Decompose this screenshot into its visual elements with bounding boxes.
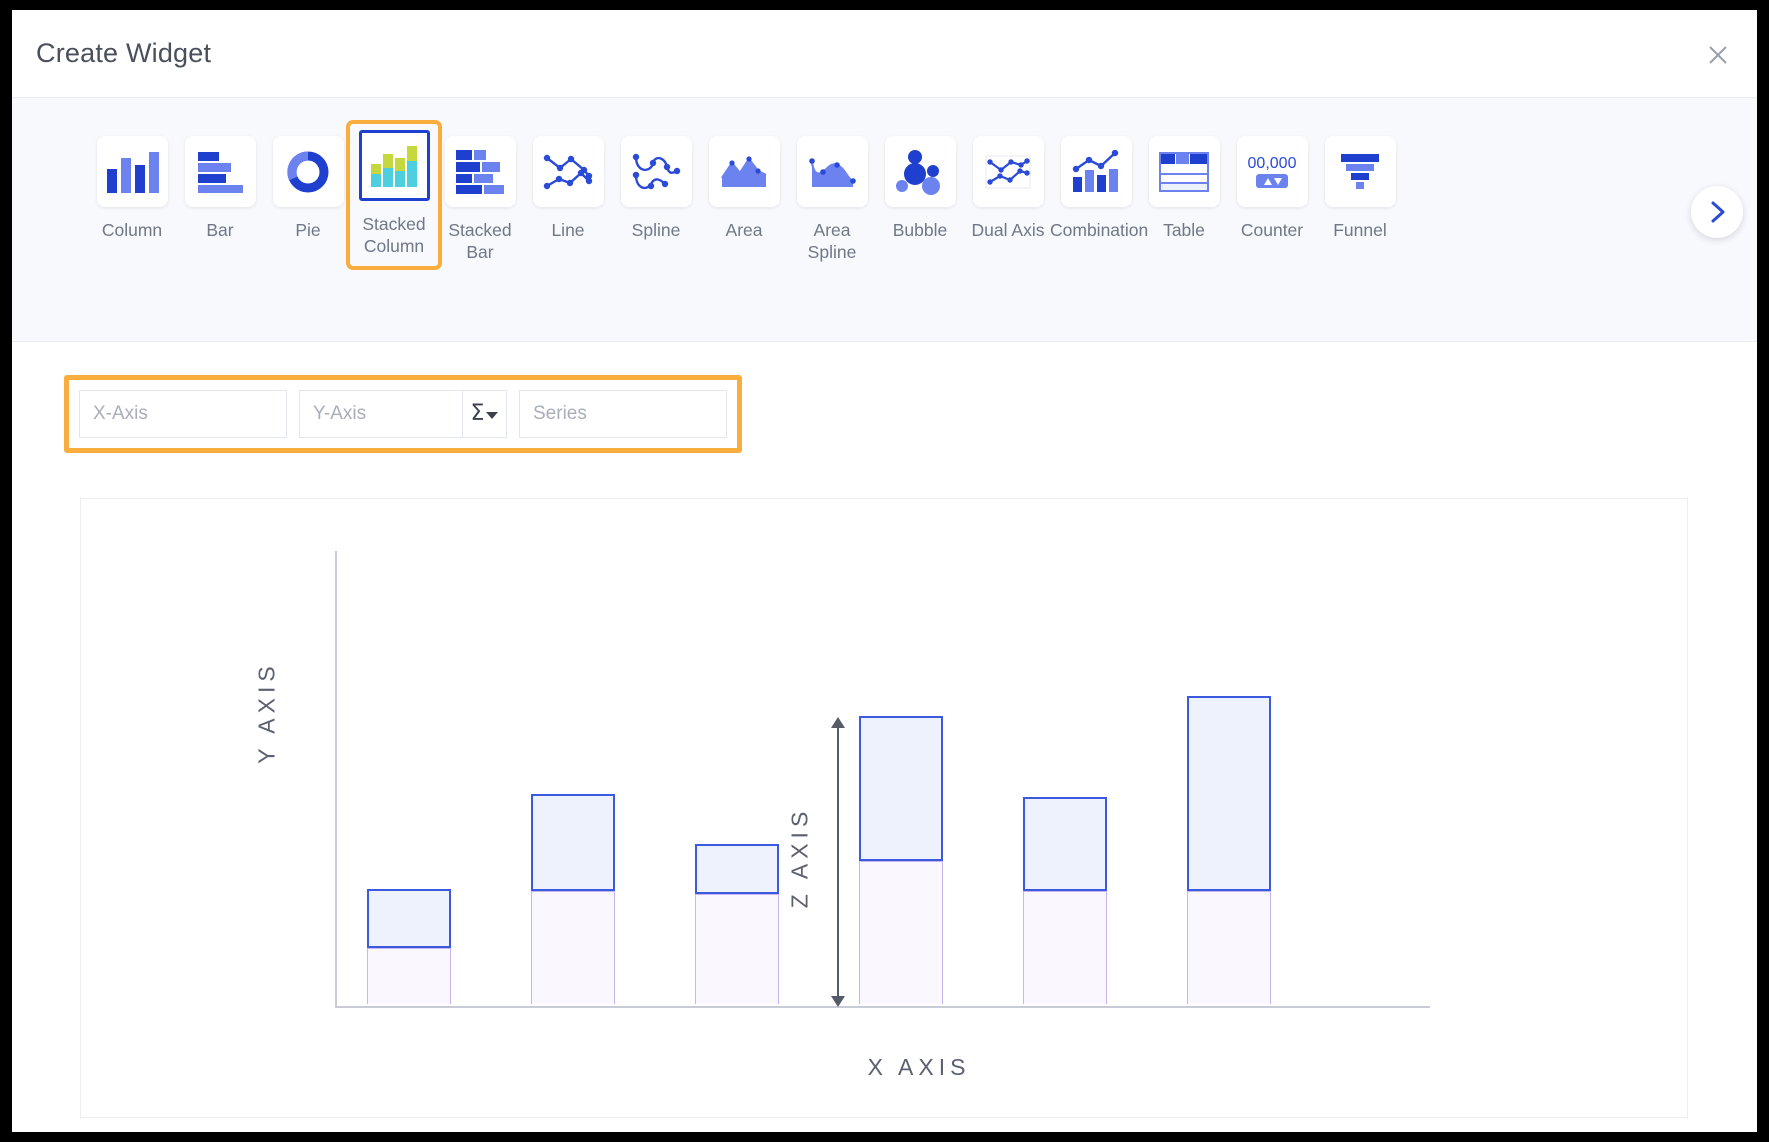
y-axis-placeholder: Y-Axis: [313, 403, 367, 424]
chart-type-label: Stacked Bar: [448, 220, 512, 262]
chart-bar: [859, 716, 943, 1004]
chart-type-label: Stacked Column: [362, 214, 426, 256]
chart-bar: [367, 889, 451, 1004]
bar-segment-top: [859, 716, 943, 861]
chart-type-area[interactable]: Area: [700, 130, 788, 242]
chart-type-label: Area Spline: [807, 220, 857, 262]
chart-type-list: Column Bar Pie Stacked Column Stacked Ba…: [88, 120, 1404, 270]
y-axis-input[interactable]: Y-Axis Σ: [299, 390, 507, 438]
spline-chart-icon: [620, 136, 692, 207]
series-placeholder: Series: [533, 403, 587, 424]
pie-chart-icon: [272, 136, 344, 207]
bubble-chart-icon: [884, 136, 956, 207]
create-widget-modal: Create Widget Column Bar Pie Stacked Col…: [12, 10, 1757, 1132]
bar-segment-top: [695, 844, 779, 894]
chart-type-selector: Column Bar Pie Stacked Column Stacked Ba…: [12, 98, 1757, 342]
chart-type-label: Table: [1163, 220, 1205, 240]
chevron-right-icon[interactable]: [1691, 186, 1743, 238]
chart-type-label: Bar: [206, 220, 234, 240]
axis-fields-group: X-Axis Y-Axis Σ Series: [64, 375, 742, 453]
chart-type-label: Bubble: [892, 220, 948, 240]
bar-segment-bottom: [1023, 891, 1107, 1004]
counter-icon: 00,000: [1236, 136, 1308, 207]
z-axis-arrow-head-up: [831, 717, 845, 728]
chart-type-area-spline[interactable]: Area Spline: [788, 130, 876, 264]
chart-type-label: Column: [101, 220, 163, 240]
chart-type-label: Area: [725, 220, 763, 240]
dual-axis-chart-icon: [972, 136, 1044, 207]
chart-type-combination[interactable]: Combination: [1050, 130, 1149, 242]
x-axis-placeholder: X-Axis: [93, 403, 148, 424]
chart-type-label: Dual Axis: [971, 220, 1045, 240]
bar-segment-bottom: [1187, 891, 1271, 1004]
line-chart-icon: [532, 136, 604, 207]
bar-segment-top: [367, 889, 451, 948]
bar-segment-top: [1023, 797, 1107, 891]
chart-type-label: Funnel: [1333, 220, 1387, 240]
chart-type-label: Line: [551, 220, 585, 240]
bar-segment-top: [1187, 696, 1271, 891]
y-axis-label: Y AXIS: [253, 661, 280, 764]
bar-segment-bottom: [531, 891, 615, 1004]
aggregate-dropdown[interactable]: Σ: [462, 391, 506, 437]
chart-type-bubble[interactable]: Bubble: [876, 130, 964, 242]
chart-type-spline[interactable]: Spline: [612, 130, 700, 242]
chart-type-column[interactable]: Column: [88, 130, 176, 242]
chart-bar: [1023, 797, 1107, 1004]
column-chart-icon: [96, 136, 168, 207]
chart-type-label: Counter: [1240, 220, 1304, 240]
chart-type-funnel[interactable]: Funnel: [1316, 130, 1404, 242]
stacked-column-chart-icon: [358, 130, 430, 201]
area-spline-chart-icon: [796, 136, 868, 207]
chart-type-counter[interactable]: 00,000 Counter: [1228, 130, 1316, 242]
bar-segment-bottom: [859, 861, 943, 1004]
chart-type-label: Spline: [631, 220, 681, 240]
modal-header: Create Widget: [12, 10, 1757, 98]
chart-type-pie[interactable]: Pie: [264, 130, 352, 242]
x-axis-line: [335, 1006, 1430, 1008]
chart-plot-area: Y AXIS X AXIS Z AXIS: [81, 499, 1687, 1117]
area-chart-icon: [708, 136, 780, 207]
combination-chart-icon: [1060, 136, 1132, 207]
page-title: Create Widget: [36, 38, 212, 68]
bar-segment-bottom: [695, 894, 779, 1004]
funnel-chart-icon: [1324, 136, 1396, 207]
bar-chart-icon: [184, 136, 256, 207]
chart-bar: [531, 794, 615, 1004]
x-axis-input[interactable]: X-Axis: [79, 390, 287, 438]
bar-segment-top: [531, 794, 615, 891]
chart-type-bar[interactable]: Bar: [176, 130, 264, 242]
z-axis-arrow-head-down: [831, 996, 845, 1007]
series-input[interactable]: Series: [519, 390, 727, 438]
chart-type-line[interactable]: Line: [524, 130, 612, 242]
chart-type-stacked-bar[interactable]: Stacked Bar: [436, 130, 524, 264]
y-axis-line: [335, 551, 337, 1007]
x-axis-label: X AXIS: [867, 1054, 971, 1080]
chart-type-label: Combination: [1050, 220, 1149, 240]
chart-type-table[interactable]: Table: [1140, 130, 1228, 242]
z-axis-label: Z AXIS: [786, 806, 813, 909]
chart-type-label: Pie: [295, 220, 321, 240]
table-icon: [1148, 136, 1220, 207]
chart-bar: [695, 844, 779, 1004]
svg-text:00,000: 00,000: [1248, 155, 1297, 172]
chart-bar: [1187, 696, 1271, 1004]
z-axis-arrow-line: [837, 723, 839, 1001]
close-icon[interactable]: [1701, 38, 1735, 72]
z-axis-annotation: [829, 717, 849, 1007]
caret-down-icon: [486, 412, 499, 419]
chart-type-stacked-column[interactable]: Stacked Column: [346, 120, 442, 270]
chart-type-dual-axis[interactable]: Dual Axis: [964, 130, 1052, 242]
bar-segment-bottom: [367, 948, 451, 1004]
stacked-bar-chart-icon: [444, 136, 516, 207]
chart-preview-panel: Y AXIS X AXIS Z AXIS: [80, 498, 1688, 1118]
sigma-icon: Σ: [470, 401, 485, 426]
